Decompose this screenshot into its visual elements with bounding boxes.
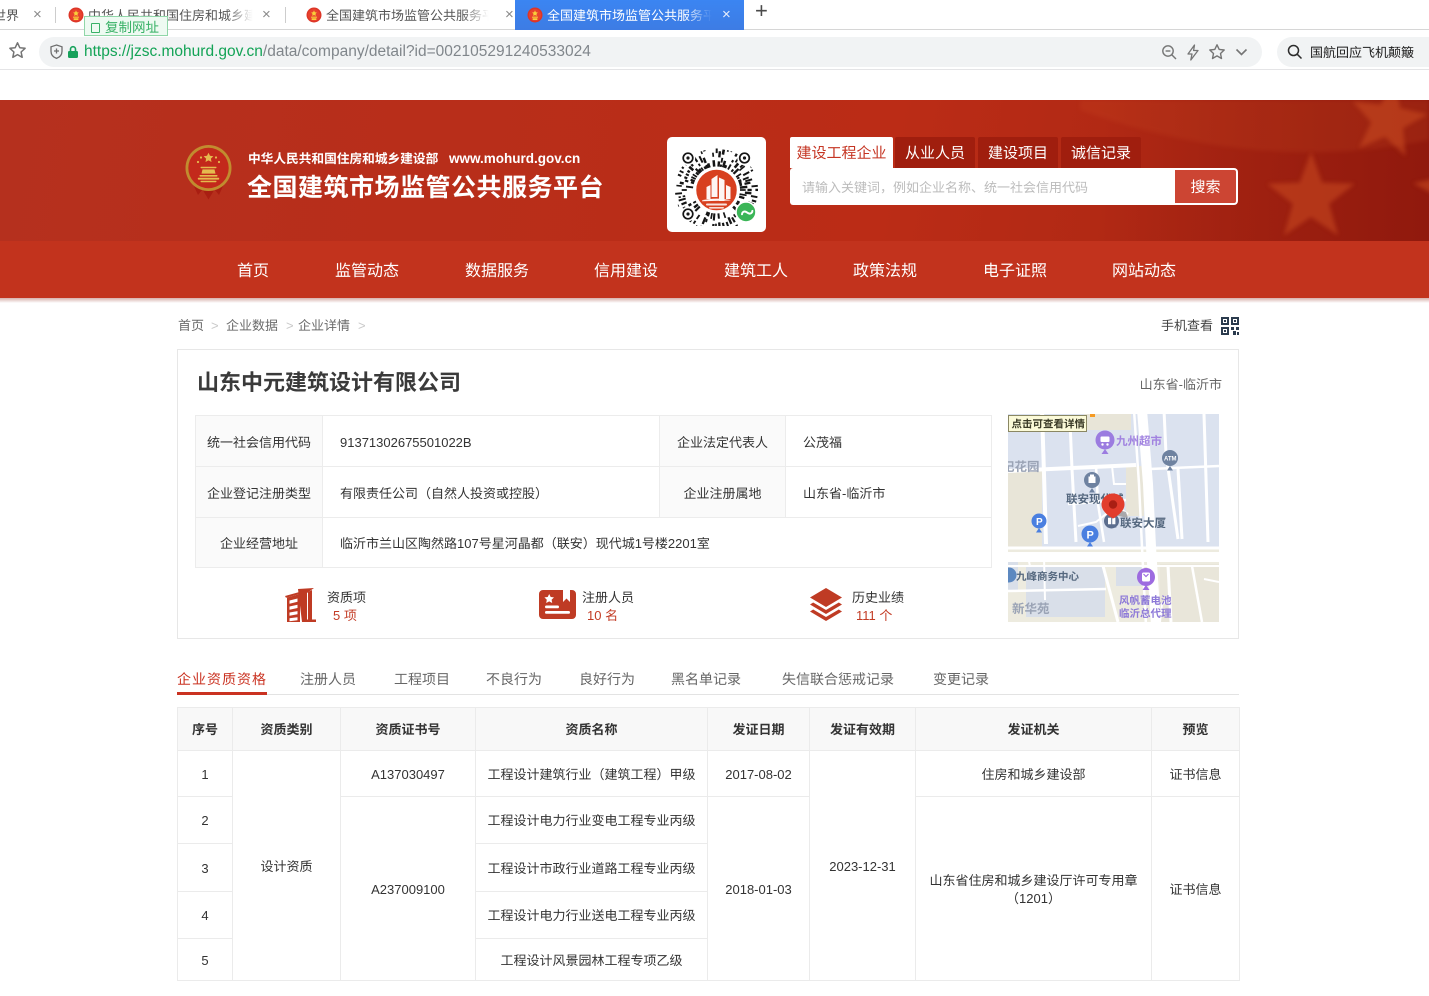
svg-text:P: P: [1087, 527, 1094, 543]
svg-text:P: P: [1036, 513, 1043, 528]
svg-text:新华苑: 新华苑: [1012, 598, 1050, 617]
svg-text:九州超市: 九州超市: [1116, 433, 1162, 449]
svg-text:九峰商务中心: 九峰商务中心: [1016, 569, 1079, 584]
svg-text:临沂总代理: 临沂总代理: [1119, 606, 1172, 621]
svg-text:点击可查看详情: 点击可查看详情: [1012, 417, 1086, 432]
svg-text:ATM: ATM: [1164, 454, 1177, 463]
svg-text:记花园: 记花园: [1008, 456, 1040, 475]
